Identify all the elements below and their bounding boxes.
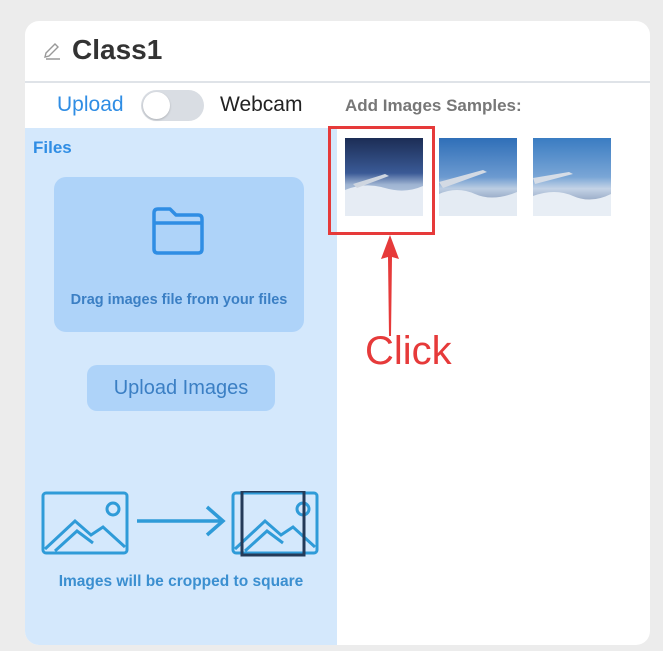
upload-panel: Files Drag images file from your files U… xyxy=(25,128,337,645)
upload-images-button[interactable]: Upload Images xyxy=(87,365,275,411)
folder-icon xyxy=(152,207,204,255)
file-dropzone[interactable]: Drag images file from your files xyxy=(54,177,304,332)
samples-heading: Add Images Samples: xyxy=(345,96,522,115)
arrow-up-icon xyxy=(381,235,399,336)
card-header: Class1 xyxy=(25,21,650,83)
class-title[interactable]: Class1 xyxy=(72,34,162,66)
tab-upload[interactable]: Upload xyxy=(57,93,124,117)
source-switch: Upload Webcam xyxy=(25,83,337,127)
sky-photo-icon xyxy=(533,138,611,216)
sample-image-1[interactable] xyxy=(345,138,423,216)
sample-image-3[interactable] xyxy=(533,138,611,216)
sample-image-2[interactable] xyxy=(439,138,517,216)
toggle-knob xyxy=(143,92,170,119)
arrow-right-icon xyxy=(137,505,226,537)
sky-photo-icon xyxy=(345,138,423,216)
files-label: Files xyxy=(33,138,72,157)
dropzone-text: Drag images file from your files xyxy=(70,292,288,308)
class-card: Class1 Upload Webcam Add Images Samples:… xyxy=(25,21,650,645)
crop-note: Images will be cropped to square xyxy=(58,573,304,590)
cropped-image-icon xyxy=(231,491,319,557)
pencil-icon[interactable] xyxy=(42,41,62,61)
crop-illustration xyxy=(41,491,319,557)
tab-webcam[interactable]: Webcam xyxy=(220,93,302,117)
source-toggle[interactable] xyxy=(141,90,204,121)
image-icon xyxy=(41,491,129,555)
sky-photo-icon xyxy=(439,138,517,216)
click-annotation: Click xyxy=(365,329,452,373)
